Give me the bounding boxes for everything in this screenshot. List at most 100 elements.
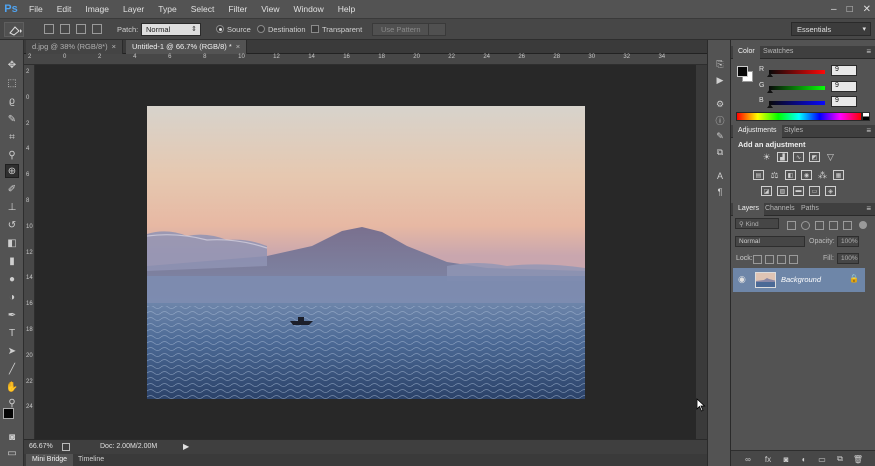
- workspace-switcher[interactable]: Essentials ▾: [791, 22, 871, 36]
- tab-d-jpg[interactable]: d.jpg @ 38% (RGB/8*) ×: [26, 40, 123, 54]
- paragraph-icon[interactable]: ¶: [714, 186, 726, 198]
- subtract-selection-icon[interactable]: [76, 24, 86, 34]
- green-value-input[interactable]: 9: [831, 81, 857, 92]
- photo-filter-icon[interactable]: ◉: [801, 170, 812, 180]
- marquee-tool-icon[interactable]: ⬚: [5, 76, 19, 90]
- invert-icon[interactable]: ◪: [761, 186, 772, 196]
- path-selection-tool-icon[interactable]: ➤: [5, 344, 19, 358]
- quick-mask-icon[interactable]: ◙: [5, 430, 19, 444]
- use-pattern-button[interactable]: Use Pattern: [372, 23, 430, 36]
- filter-toggle-icon[interactable]: [859, 221, 867, 229]
- black-white-swatch[interactable]: [862, 112, 870, 121]
- destination-radio[interactable]: [257, 25, 265, 33]
- tab-color[interactable]: Color: [733, 46, 760, 59]
- new-group-icon[interactable]: ▭: [817, 454, 827, 464]
- panel-menu-icon[interactable]: ≡: [866, 204, 871, 213]
- new-layer-icon[interactable]: ⧉: [835, 454, 845, 464]
- pattern-picker[interactable]: [428, 23, 446, 36]
- blend-mode-dropdown[interactable]: Normal: [735, 236, 805, 247]
- menu-layer[interactable]: Layer: [116, 0, 151, 18]
- red-slider-thumb[interactable]: [767, 73, 773, 77]
- tab-channels[interactable]: Channels: [760, 203, 800, 216]
- green-slider-thumb[interactable]: [767, 89, 773, 93]
- source-radio[interactable]: [216, 25, 224, 33]
- delete-layer-icon[interactable]: 🗑: [853, 454, 863, 464]
- lasso-tool-icon[interactable]: ϱ: [5, 94, 19, 108]
- color-spectrum-bar[interactable]: [736, 112, 862, 121]
- link-layers-icon[interactable]: ∞: [743, 454, 753, 464]
- layer-style-icon[interactable]: fx: [763, 454, 773, 464]
- tab-adjustments[interactable]: Adjustments: [733, 125, 782, 138]
- shape-filter-icon[interactable]: [829, 221, 838, 230]
- eyedropper-tool-icon[interactable]: ⚲: [5, 148, 19, 162]
- lock-image-icon[interactable]: [765, 255, 774, 264]
- document-canvas-image[interactable]: [147, 106, 585, 399]
- tab-paths[interactable]: Paths: [796, 203, 824, 216]
- type-filter-icon[interactable]: [815, 221, 824, 230]
- tab-timeline[interactable]: Timeline: [72, 454, 110, 466]
- minimize-button[interactable]: –: [831, 4, 837, 15]
- vibrance-icon[interactable]: ▽: [825, 152, 836, 162]
- blue-slider-thumb[interactable]: [767, 104, 773, 108]
- intersect-selection-icon[interactable]: [92, 24, 102, 34]
- hue-saturation-icon[interactable]: ▤: [753, 170, 764, 180]
- history-icon[interactable]: ⎘: [714, 58, 726, 70]
- layer-row-background[interactable]: ◉ Background 🔒: [733, 268, 865, 292]
- status-info-icon[interactable]: [62, 443, 70, 451]
- menu-file[interactable]: File: [22, 0, 50, 18]
- maximize-button[interactable]: □: [847, 4, 853, 15]
- crop-tool-icon[interactable]: ⌗: [5, 130, 19, 144]
- pen-tool-icon[interactable]: ✒: [5, 308, 19, 322]
- menu-help[interactable]: Help: [331, 0, 362, 18]
- properties-icon[interactable]: ⚙: [714, 98, 726, 110]
- lock-position-icon[interactable]: [777, 255, 786, 264]
- eraser-tool-icon[interactable]: ◧: [5, 236, 19, 250]
- foreground-color-swatch[interactable]: [3, 408, 14, 419]
- menu-select[interactable]: Select: [184, 0, 222, 18]
- close-icon[interactable]: ×: [236, 42, 240, 51]
- color-balance-icon[interactable]: ⚖: [769, 170, 780, 180]
- info-icon[interactable]: ⓘ: [714, 114, 726, 126]
- patch-tool-icon[interactable]: ⊕: [5, 164, 19, 178]
- selective-color-icon[interactable]: ◈: [825, 186, 836, 196]
- actions-play-icon[interactable]: ▶: [714, 74, 726, 86]
- adjustment-filter-icon[interactable]: [801, 221, 810, 230]
- menu-image[interactable]: Image: [78, 0, 116, 18]
- new-selection-icon[interactable]: [44, 24, 54, 34]
- transparent-checkbox[interactable]: [311, 25, 319, 33]
- color-lookup-icon[interactable]: ▦: [833, 170, 844, 180]
- clone-stamp-tool-icon[interactable]: ⊥: [5, 200, 19, 214]
- patch-mode-dropdown[interactable]: Normal ⇕: [141, 23, 201, 36]
- character-icon[interactable]: A: [714, 170, 726, 182]
- channel-mixer-icon[interactable]: ⁂: [817, 170, 828, 180]
- close-button[interactable]: ✕: [863, 4, 871, 15]
- type-tool-icon[interactable]: T: [5, 326, 19, 340]
- add-mask-icon[interactable]: ◙: [781, 454, 791, 464]
- eye-icon[interactable]: ◉: [738, 274, 746, 285]
- black-white-icon[interactable]: ◧: [785, 170, 796, 180]
- menu-filter[interactable]: Filter: [221, 0, 254, 18]
- move-tool-icon[interactable]: ✥: [5, 58, 19, 72]
- red-slider[interactable]: [769, 70, 825, 74]
- smart-object-filter-icon[interactable]: [843, 221, 852, 230]
- threshold-icon[interactable]: ▬: [793, 186, 804, 196]
- curves-icon[interactable]: ∿: [793, 152, 804, 162]
- blur-tool-icon[interactable]: ●: [5, 272, 19, 286]
- tab-swatches[interactable]: Swatches: [758, 46, 798, 59]
- add-to-selection-icon[interactable]: [60, 24, 70, 34]
- status-menu-arrow-icon[interactable]: ▶: [183, 442, 189, 451]
- lock-all-icon[interactable]: [789, 255, 798, 264]
- foreground-color-swatch[interactable]: [737, 66, 748, 77]
- posterize-icon[interactable]: ▨: [777, 186, 788, 196]
- gradient-map-icon[interactable]: ▭: [809, 186, 820, 196]
- menu-edit[interactable]: Edit: [50, 0, 79, 18]
- opacity-input[interactable]: 100%: [837, 236, 859, 247]
- tool-preset-picker[interactable]: [4, 22, 24, 37]
- clone-source-icon[interactable]: ⧉: [714, 146, 726, 158]
- pixel-filter-icon[interactable]: [787, 221, 796, 230]
- exposure-icon[interactable]: ◩: [809, 152, 820, 162]
- line-tool-icon[interactable]: ╱: [5, 362, 19, 376]
- layer-kind-filter[interactable]: ⚲ Kind: [735, 218, 779, 229]
- tab-styles[interactable]: Styles: [779, 125, 808, 138]
- dodge-tool-icon[interactable]: ◑: [5, 290, 19, 304]
